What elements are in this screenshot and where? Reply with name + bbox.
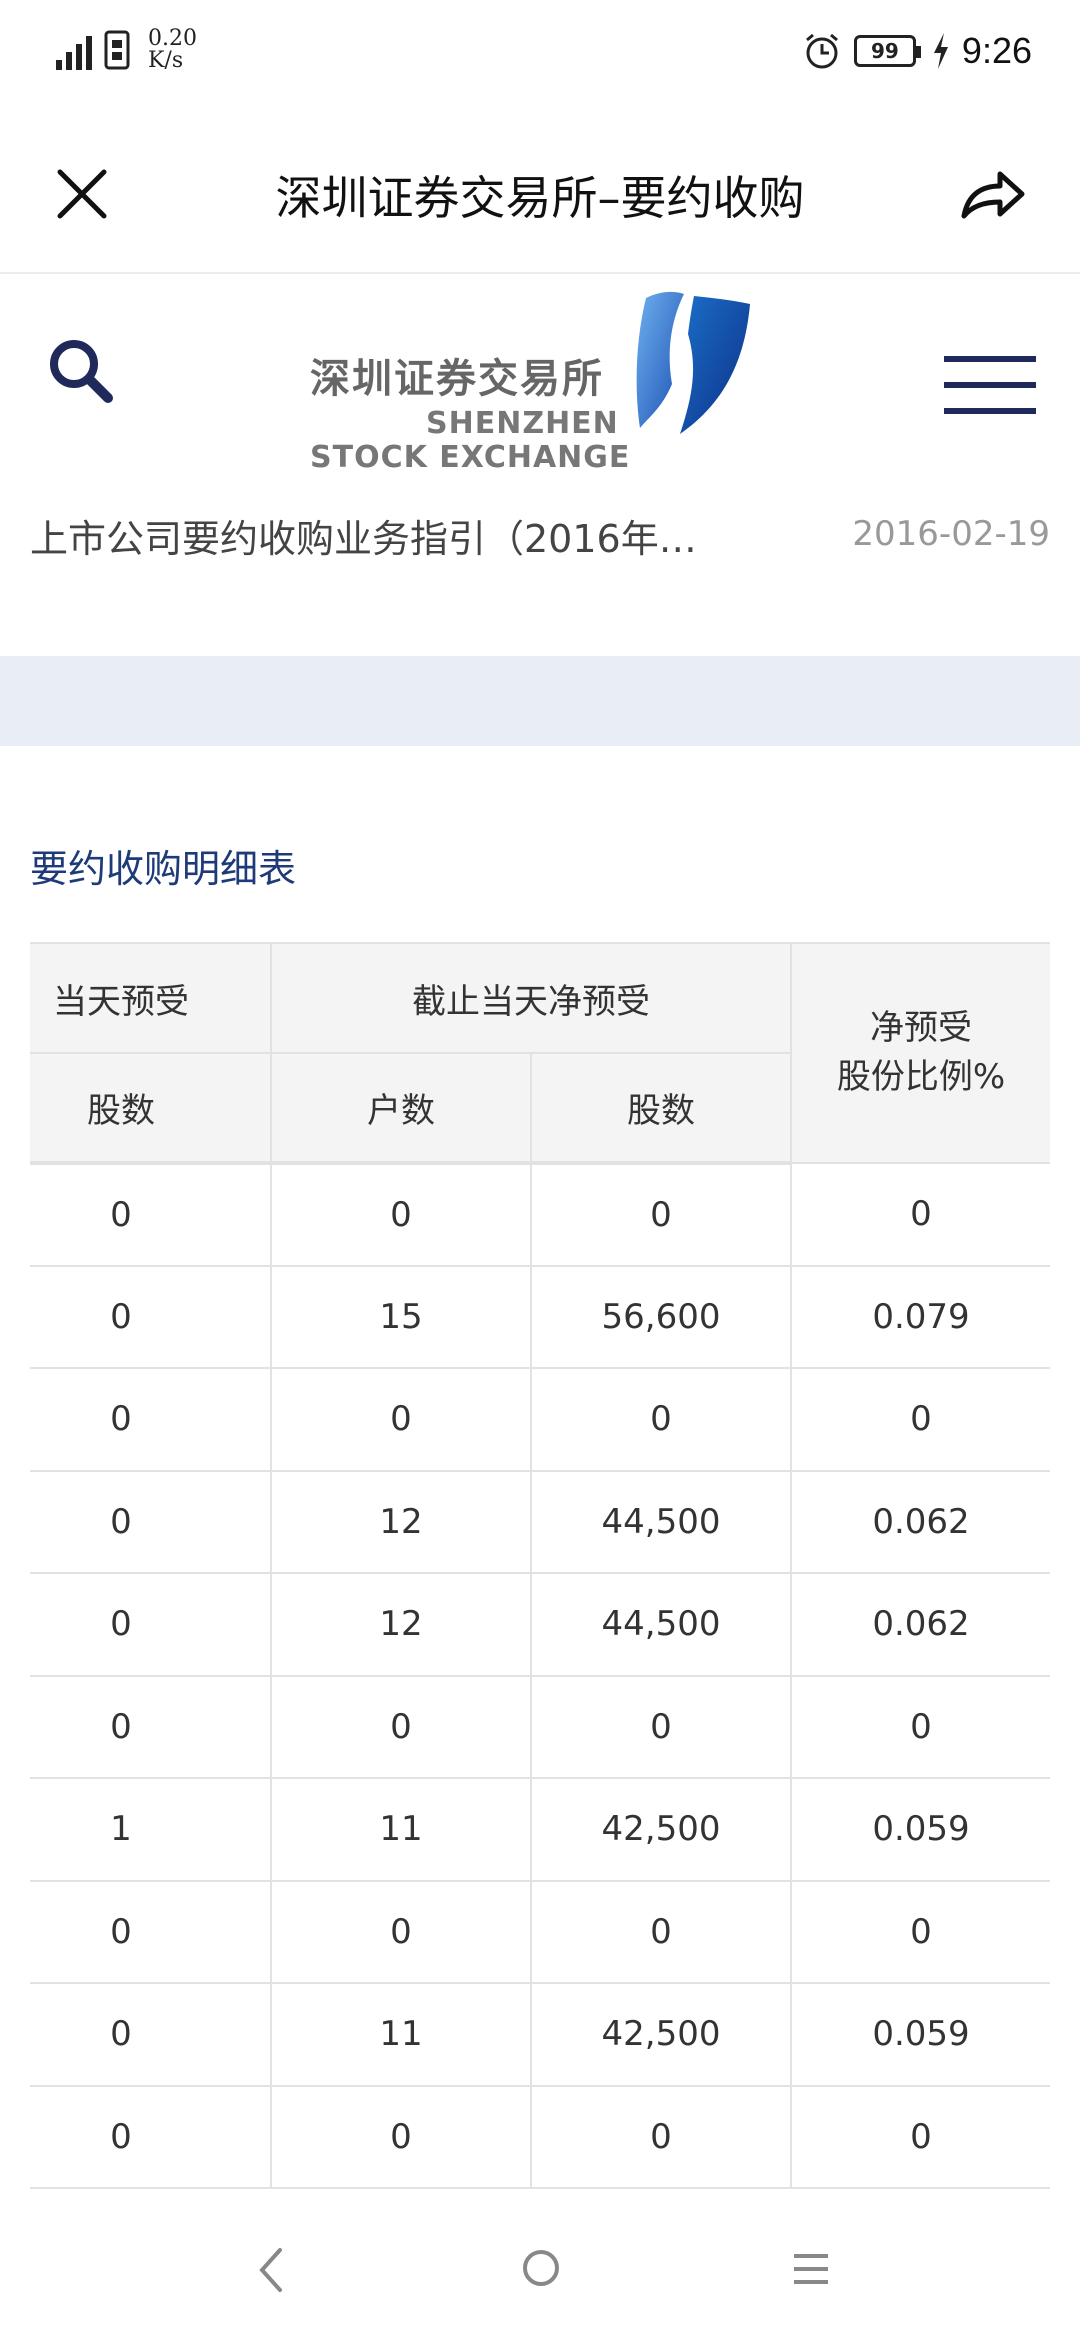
cell-shares: 0: [30, 1469, 272, 1574]
cell-ratio: 0.062: [790, 1469, 1050, 1574]
cell-ratio: 0: [790, 2084, 1050, 2189]
table-row: 0 0 0 0: [30, 1367, 1050, 1472]
logo-english-line2: STOCK EXCHANGE: [310, 440, 631, 475]
logo-english-line1: SHENZHEN: [426, 406, 619, 441]
recent-apps-icon[interactable]: [794, 2254, 828, 2284]
cell-net-shares: 0: [530, 1879, 792, 1984]
cell-net-shares: 0: [530, 1674, 792, 1779]
table-row: 0 0 0 0: [30, 1674, 1050, 1779]
table-row: 0 15 56,600 0.079: [30, 1264, 1050, 1369]
cell-shares: 0: [30, 1264, 272, 1369]
cell-ratio: 0: [790, 1367, 1050, 1472]
status-left: 0.20 K/s: [56, 28, 197, 72]
detail-table-scroll[interactable]: 当天预受 截止当天净预受 净预受 股份比例% 股数 户数 股数 0 0 0 0 …: [30, 942, 1050, 2192]
title-bar: 深圳证券交易所–要约收购: [0, 110, 1080, 274]
share-icon[interactable]: [958, 164, 1028, 224]
battery-icon: 99: [853, 35, 921, 67]
table-row: 0 0 0 0: [30, 2084, 1050, 2189]
network-speed: 0.20 K/s: [148, 28, 197, 72]
sim-icon: [104, 30, 130, 70]
header-net-accepted-to-date: 截止当天净预受: [270, 942, 792, 1054]
cell-ratio: 0.059: [790, 1777, 1050, 1882]
logo-chinese-text: 深圳证券交易所: [310, 356, 604, 402]
net-speed-value: 0.20: [148, 26, 197, 51]
cell-ratio: 0: [790, 1879, 1050, 1984]
home-icon[interactable]: [523, 2250, 559, 2286]
section-title: 要约收购明细表: [30, 847, 297, 891]
cell-net-shares: 44,500: [530, 1469, 792, 1574]
site-header: 深圳证券交易所 SHENZHEN STOCK EXCHANGE: [0, 276, 1080, 496]
net-speed-unit: K/s: [148, 48, 184, 73]
table-row: 0 12 44,500 0.062: [30, 1469, 1050, 1574]
document-title[interactable]: 上市公司要约收购业务指引（2016年…: [30, 508, 750, 563]
status-right: 99 9:26: [802, 30, 1032, 72]
cell-households: 11: [270, 1777, 532, 1882]
cell-households: 0: [270, 1879, 532, 1984]
cell-shares: 0: [30, 1879, 272, 1984]
divider-band: [0, 656, 1080, 746]
page-title: 深圳证券交易所–要约收购: [275, 171, 805, 225]
cell-ratio: 0.079: [790, 1264, 1050, 1369]
table-row: 0 0 0 0: [30, 1162, 1050, 1267]
alarm-icon: [805, 33, 838, 69]
system-nav-bar: [0, 2200, 1080, 2340]
cell-shares: 0: [30, 2084, 272, 2189]
table-row: 0 0 0 0: [30, 1879, 1050, 1984]
charging-icon: [933, 33, 948, 69]
clock: 9:26: [961, 30, 1032, 71]
cell-ratio: 0.062: [790, 1572, 1050, 1677]
table-row: 0 12 44,500 0.062: [30, 1572, 1050, 1677]
cell-ratio: 0: [790, 1162, 1050, 1267]
cell-shares: 0: [30, 1162, 272, 1267]
cell-households: 0: [270, 1162, 532, 1267]
cell-households: 0: [270, 2084, 532, 2189]
cell-households: 0: [270, 1367, 532, 1472]
cell-net-shares: 42,500: [530, 1777, 792, 1882]
cell-net-shares: 0: [530, 1162, 792, 1267]
table-row: 1 11 42,500 0.059: [30, 1777, 1050, 1882]
detail-table: 当天预受 截止当天净预受 净预受 股份比例% 股数 户数 股数 0 0 0 0 …: [30, 942, 1050, 2189]
cell-shares: 0: [30, 1674, 272, 1779]
cell-net-shares: 0: [530, 1367, 792, 1472]
subheader-households: 户数: [270, 1052, 532, 1165]
cell-households: 11: [270, 1982, 532, 2087]
table-body: 0 0 0 0 0 15 56,600 0.079 0 0 0 0 0 12 4…: [30, 1162, 1050, 2189]
back-icon[interactable]: [250, 2240, 290, 2300]
cell-net-shares: 0: [530, 2084, 792, 2189]
subheader-net-shares: 股数: [530, 1052, 792, 1165]
logo-shield-icon: [636, 291, 750, 434]
subheader-shares: 股数: [30, 1052, 272, 1165]
cell-net-shares: 56,600: [530, 1264, 792, 1369]
cell-households: 12: [270, 1572, 532, 1677]
signal-icon: [56, 30, 92, 70]
cell-shares: 0: [30, 1367, 272, 1472]
header-accepted-today: 当天预受: [30, 942, 272, 1054]
cell-households: 15: [270, 1264, 532, 1369]
cell-shares: 0: [30, 1982, 272, 2087]
status-bar: 0.20 K/s 99 9:26: [0, 0, 1080, 110]
cell-shares: 1: [30, 1777, 272, 1882]
header-net-ratio: 净预受 股份比例%: [790, 942, 1050, 1164]
sse-logo: 深圳证券交易所 SHENZHEN STOCK EXCHANGE: [306, 288, 756, 478]
document-row[interactable]: 上市公司要约收购业务指引（2016年… 2016-02-19: [30, 508, 1050, 568]
cell-households: 0: [270, 1674, 532, 1779]
cell-shares: 0: [30, 1572, 272, 1677]
document-date: 2016-02-19: [852, 514, 1050, 554]
cell-net-shares: 44,500: [530, 1572, 792, 1677]
search-icon[interactable]: [42, 332, 122, 412]
cell-net-shares: 42,500: [530, 1982, 792, 2087]
cell-ratio: 0: [790, 1674, 1050, 1779]
cell-ratio: 0.059: [790, 1982, 1050, 2087]
table-row: 0 11 42,500 0.059: [30, 1982, 1050, 2087]
menu-icon[interactable]: [944, 354, 1036, 418]
cell-households: 12: [270, 1469, 532, 1574]
